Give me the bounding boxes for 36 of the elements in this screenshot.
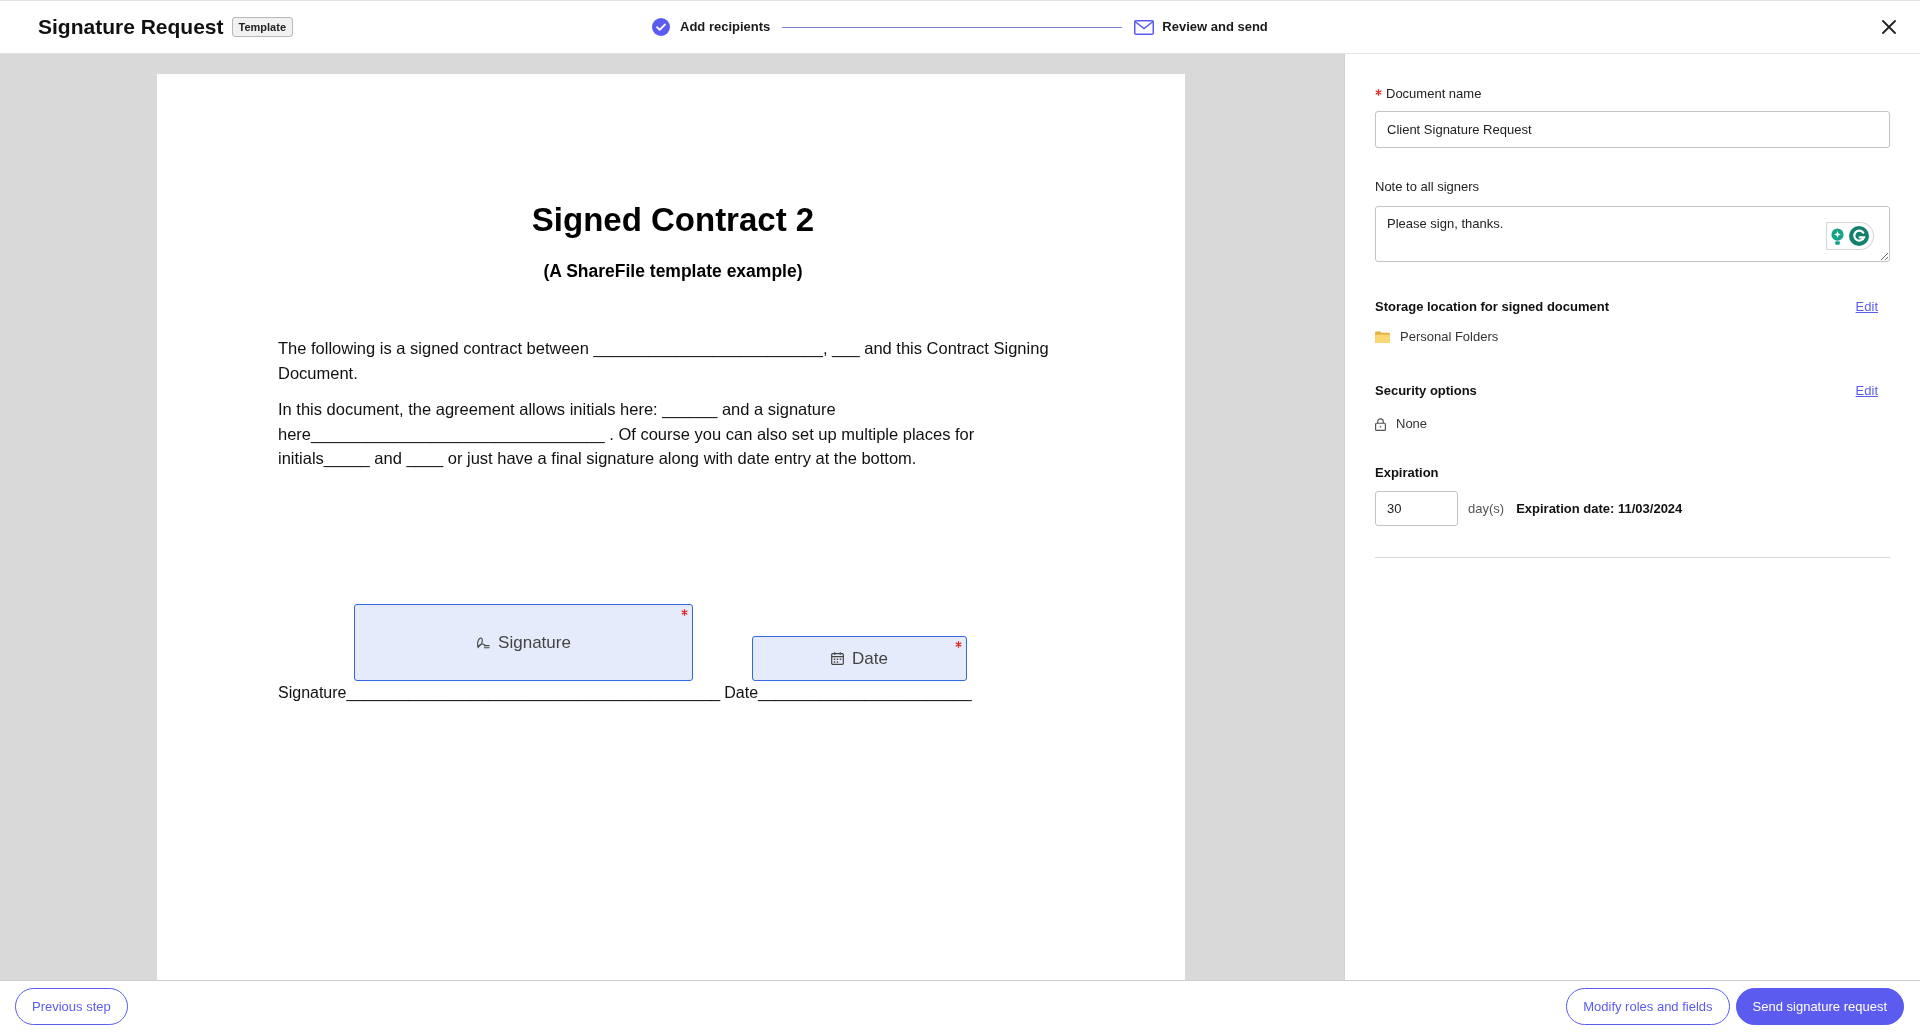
close-icon xyxy=(1882,20,1896,34)
field-label: Document name xyxy=(1386,86,1482,102)
previous-step-button[interactable]: Previous step xyxy=(15,988,128,1025)
template-badge: Template xyxy=(231,17,294,37)
document-name-field[interactable]: Client Signature Request xyxy=(1375,111,1890,148)
section-heading: Storage location for signed document xyxy=(1375,299,1610,315)
section-heading: Security options xyxy=(1375,383,1477,399)
note-field[interactable]: Please sign, thanks. xyxy=(1375,206,1890,262)
calendar-icon xyxy=(831,652,845,665)
signature-line-text: Signature__________________________________________ xyxy=(278,683,721,702)
expiration-date: Expiration date: 11/03/2024 xyxy=(1516,499,1683,518)
days-unit: day(s) xyxy=(1468,499,1505,518)
circle-logo-icon[interactable] xyxy=(1849,226,1869,246)
date-field[interactable]: Date xyxy=(752,636,967,681)
step-label: Add recipients xyxy=(680,18,771,37)
folder-icon xyxy=(1375,331,1390,343)
section-value: Personal Folders xyxy=(1400,329,1499,345)
section-value: None xyxy=(1396,416,1428,432)
edit-link[interactable]: Edit xyxy=(1855,299,1878,315)
days-field[interactable]: 30 xyxy=(1375,491,1458,526)
document-subtitle: (A ShareFile template example) xyxy=(542,260,804,282)
signature-pen-icon xyxy=(476,636,491,649)
field-label: Note to all signers xyxy=(1375,179,1481,195)
edit-link[interactable]: Edit xyxy=(1855,383,1878,399)
lock-icon xyxy=(1375,417,1386,431)
signature-line-text: Date________________________ xyxy=(724,683,972,702)
document-paragraph: The following is a signed contract between _________________________, ___ and this Contract Signing Document. xyxy=(278,338,1050,384)
section-heading: Expiration xyxy=(1375,465,1440,481)
step-label: Review and send xyxy=(1162,18,1268,37)
page-title: Signature Request xyxy=(38,14,224,40)
lightbulb-icon[interactable] xyxy=(1831,227,1844,245)
document-title: Signed Contract 2 xyxy=(530,200,816,240)
action-button[interactable]: Modify roles and fields xyxy=(1566,988,1730,1025)
send-button[interactable]: Send signature request xyxy=(1735,988,1904,1025)
signature-field[interactable]: Signature xyxy=(354,604,693,681)
document-paragraph: In this document, the agreement allows initials here: ______ and a signature here________________________________ . Of course you can also set up multiple places for initials_____ and ____ or just have a final signature along with date entry at the bottom. xyxy=(278,399,976,470)
